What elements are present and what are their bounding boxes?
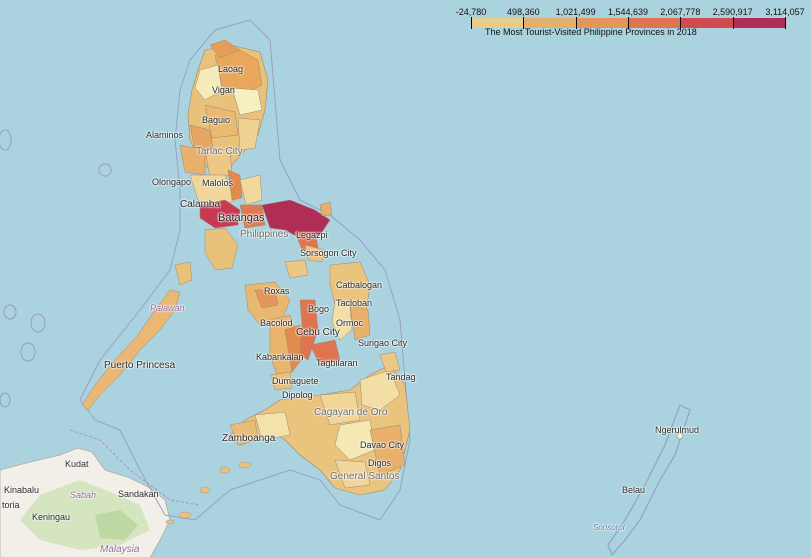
label-olongapo: Olongapo: [152, 177, 192, 187]
label-legazpi: Legazpi: [296, 230, 328, 240]
label-sandakan: Sandakan: [118, 489, 159, 499]
map-canvas[interactable]: Laoag Vigan Baguio Alaminos Tarlac City …: [0, 0, 811, 558]
label-kudat: Kudat: [65, 459, 89, 469]
legend-swatch: [523, 18, 576, 28]
map-svg: [0, 0, 811, 558]
legend-tick-mark: [732, 17, 734, 29]
label-puerto: Puerto Princesa: [104, 360, 176, 371]
label-gensan: General Santos: [330, 471, 400, 482]
label-keningau: Keningau: [32, 512, 71, 522]
label-tarlac: Tarlac City: [196, 146, 243, 157]
label-catbalogan: Catbalogan: [336, 280, 383, 290]
legend-tick-label: 3,114,057: [765, 7, 805, 17]
label-toria: toria: [2, 500, 20, 510]
legend-tick-mark: [575, 17, 577, 29]
legend-tick-label: 1,021,499: [555, 7, 596, 17]
label-kabankalan: Kabankalan: [256, 352, 304, 362]
label-palawan: Palawan: [150, 303, 185, 313]
label-davao: Davao City: [360, 440, 405, 450]
label-cagayan: Cagayan de Oro: [314, 407, 388, 418]
label-malolos: Malolos: [202, 178, 234, 188]
label-dipolog: Dipolog: [282, 390, 313, 400]
label-surigao: Surigao City: [358, 338, 408, 348]
label-tandag: Tandag: [386, 372, 416, 382]
legend-swatch: [732, 18, 785, 28]
label-tacloban: Tacloban: [336, 298, 373, 308]
legend-tick-label: 2,067,778: [660, 7, 701, 17]
label-bacolod: Bacolod: [260, 318, 293, 328]
label-cebu: Cebu City: [296, 327, 340, 338]
legend-tick-mark: [785, 17, 786, 29]
label-belau: Belau: [622, 485, 646, 495]
legend-tick-label: 1,544,639: [607, 7, 649, 17]
label-sonsorol: Sonsorol: [593, 523, 625, 532]
label-bogo: Bogo: [308, 304, 330, 314]
legend-tick-label: 2,590,917: [712, 7, 753, 17]
label-zamboanga: Zamboanga: [222, 433, 276, 444]
label-tagbilaran: Tagbilaran: [316, 358, 358, 368]
legend-tick-label: 498,360: [507, 7, 540, 17]
label-sorsogon: Sorsogon City: [300, 248, 357, 258]
legend-caption: The Most Tourist-Visited Philippine Prov…: [485, 27, 697, 37]
legend-tick-mark: [523, 17, 525, 29]
label-laoag: Laoag: [218, 64, 244, 74]
label-calamba: Calamba: [180, 199, 221, 210]
label-philippines: Philippines: [240, 229, 289, 240]
label-vigan: Vigan: [212, 85, 235, 95]
legend-tick-label: -24,780: [455, 7, 487, 17]
label-batangas: Batangas: [218, 212, 265, 224]
label-digos: Digos: [368, 458, 392, 468]
legend-tick-mark: [628, 17, 629, 29]
legend-tick-mark: [680, 17, 682, 29]
legend-swatch: [628, 18, 681, 28]
label-sabah: Sabah: [70, 490, 97, 500]
label-baguio: Baguio: [202, 115, 231, 125]
label-dumaguete: Dumaguete: [272, 376, 319, 386]
label-kinabalu: Kinabalu: [4, 485, 40, 495]
legend-swatch: [680, 18, 733, 28]
color-legend: The Most Tourist-Visited Philippine Prov…: [456, 5, 805, 45]
label-roxas: Roxas: [264, 286, 290, 296]
label-malaysia: Malaysia: [100, 544, 140, 555]
label-ngerulmud: Ngerulmud: [655, 425, 700, 435]
legend-swatch: [575, 18, 628, 28]
label-ormoc: Ormoc: [336, 318, 363, 328]
label-alaminos: Alaminos: [146, 130, 184, 140]
legend-swatch: [471, 18, 524, 28]
legend-tick-mark: [471, 17, 472, 29]
